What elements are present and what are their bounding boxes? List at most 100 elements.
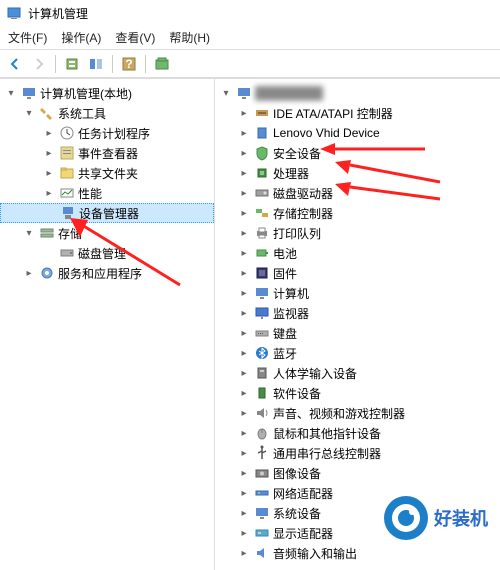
tree-device-manager[interactable]: 设备管理器 — [0, 203, 214, 223]
tree-processors[interactable]: ▸处理器 — [215, 163, 500, 183]
expand-icon[interactable]: ▸ — [237, 186, 251, 200]
battery-icon — [254, 245, 270, 261]
menu-view[interactable]: 查看(V) — [115, 29, 155, 46]
expand-icon[interactable]: ▸ — [237, 226, 251, 240]
collapse-icon[interactable]: ▾ — [22, 226, 36, 240]
tree-computer-category[interactable]: ▸计算机 — [215, 283, 500, 303]
expand-icon[interactable]: ▸ — [237, 546, 251, 560]
storage-icon — [39, 225, 55, 241]
expand-icon[interactable]: ▸ — [42, 166, 56, 180]
menu-action[interactable]: 操作(A) — [61, 29, 101, 46]
expand-icon[interactable]: ▸ — [237, 466, 251, 480]
expand-icon[interactable]: ▸ — [237, 346, 251, 360]
expand-icon[interactable]: ▸ — [237, 426, 251, 440]
expand-icon[interactable]: ▸ — [237, 386, 251, 400]
tree-services-apps[interactable]: ▸ 服务和应用程序 — [0, 263, 214, 283]
expand-icon[interactable]: ▸ — [237, 506, 251, 520]
expand-icon[interactable]: ▸ — [237, 406, 251, 420]
network-icon — [254, 485, 270, 501]
expand-icon[interactable]: ▸ — [42, 126, 56, 140]
watermark: 好装机 — [382, 494, 488, 542]
collapse-icon[interactable]: ▾ — [4, 86, 18, 100]
cpu-icon — [254, 165, 270, 181]
show-hide-tree-button[interactable] — [85, 53, 107, 75]
forward-button[interactable] — [28, 53, 50, 75]
properties-button[interactable] — [61, 53, 83, 75]
tree-print-queues[interactable]: ▸打印队列 — [215, 223, 500, 243]
tree-root-computer-management[interactable]: ▾ 计算机管理(本地) — [0, 83, 214, 103]
tree-security-devices[interactable]: ▸安全设备 — [215, 143, 500, 163]
back-button[interactable] — [4, 53, 26, 75]
tree-storage-controllers[interactable]: ▸存储控制器 — [215, 203, 500, 223]
collapse-icon[interactable]: ▾ — [219, 86, 233, 100]
expand-icon[interactable]: ▸ — [237, 366, 251, 380]
toolbar-separator — [145, 55, 146, 73]
tree-software-devices[interactable]: ▸软件设备 — [215, 383, 500, 403]
tree-keyboards[interactable]: ▸键盘 — [215, 323, 500, 343]
display-adapter-icon — [254, 525, 270, 541]
clock-icon — [59, 125, 75, 141]
tree-disk-drives[interactable]: ▸磁盘驱动器 — [215, 183, 500, 203]
tree-batteries[interactable]: ▸电池 — [215, 243, 500, 263]
tree-usb[interactable]: ▸通用串行总线控制器 — [215, 443, 500, 463]
tree-task-scheduler[interactable]: ▸ 任务计划程序 — [0, 123, 214, 143]
expand-icon[interactable]: ▸ — [237, 206, 251, 220]
watermark-logo-icon — [382, 494, 430, 542]
toolbar: ? — [0, 50, 500, 78]
expand-icon[interactable]: ▸ — [237, 526, 251, 540]
tree-event-viewer[interactable]: ▸ 事件查看器 — [0, 143, 214, 163]
expand-icon[interactable]: ▸ — [42, 146, 56, 160]
expand-icon[interactable]: ▸ — [237, 446, 251, 460]
window-title: 计算机管理 — [28, 5, 88, 22]
expand-icon[interactable]: ▸ — [237, 266, 251, 280]
menu-help[interactable]: 帮助(H) — [169, 29, 210, 46]
tree-disk-management[interactable]: 磁盘管理 — [0, 243, 214, 263]
expand-icon[interactable]: ▸ — [237, 146, 251, 160]
expand-icon[interactable]: ▸ — [42, 186, 56, 200]
tree-root-device[interactable]: ▾ ████████ — [215, 83, 500, 103]
computer-management-icon — [21, 85, 37, 101]
tree-ide-atapi[interactable]: ▸IDE ATA/ATAPI 控制器 — [215, 103, 500, 123]
system-devices-icon — [254, 505, 270, 521]
tree-storage[interactable]: ▾ 存储 — [0, 223, 214, 243]
expand-icon[interactable]: ▸ — [22, 266, 36, 280]
tree-monitors[interactable]: ▸监视器 — [215, 303, 500, 323]
toolbar-separator — [112, 55, 113, 73]
event-viewer-icon — [59, 145, 75, 161]
tree-lenovo-vhid[interactable]: ▸Lenovo Vhid Device — [215, 123, 500, 143]
tree-mouse[interactable]: ▸鼠标和其他指针设备 — [215, 423, 500, 443]
hid-icon — [254, 365, 270, 381]
tree-firmware[interactable]: ▸固件 — [215, 263, 500, 283]
collapse-icon[interactable]: ▾ — [22, 106, 36, 120]
expand-icon[interactable]: ▸ — [237, 246, 251, 260]
tree-bluetooth[interactable]: ▸蓝牙 — [215, 343, 500, 363]
storage-controller-icon — [254, 205, 270, 221]
tree-system-tools[interactable]: ▾ 系统工具 — [0, 103, 214, 123]
expand-icon[interactable]: ▸ — [237, 126, 251, 140]
device-manager-icon — [60, 205, 76, 221]
mouse-icon — [254, 425, 270, 441]
expand-icon[interactable]: ▸ — [237, 286, 251, 300]
computer-icon — [236, 85, 252, 101]
help-button[interactable]: ? — [118, 53, 140, 75]
software-device-icon — [254, 385, 270, 401]
tree-sound-video[interactable]: ▸声音、视频和游戏控制器 — [215, 403, 500, 423]
firmware-icon — [254, 265, 270, 281]
tree-audio-io[interactable]: ▸音频输入和输出 — [215, 543, 500, 563]
tree-hid[interactable]: ▸人体学输入设备 — [215, 363, 500, 383]
refresh-button[interactable] — [151, 53, 173, 75]
menubar: 文件(F) 操作(A) 查看(V) 帮助(H) — [0, 26, 500, 50]
usb-icon — [254, 445, 270, 461]
expand-icon[interactable]: ▸ — [237, 486, 251, 500]
tree-shared-folders[interactable]: ▸ 共享文件夹 — [0, 163, 214, 183]
tree-imaging[interactable]: ▸图像设备 — [215, 463, 500, 483]
menu-file[interactable]: 文件(F) — [8, 29, 47, 46]
expand-icon[interactable]: ▸ — [237, 306, 251, 320]
expand-icon[interactable]: ▸ — [237, 166, 251, 180]
app-icon — [6, 5, 22, 21]
expand-icon[interactable]: ▸ — [237, 326, 251, 340]
shared-folders-icon — [59, 165, 75, 181]
services-icon — [39, 265, 55, 281]
tree-performance[interactable]: ▸ 性能 — [0, 183, 214, 203]
expand-icon[interactable]: ▸ — [237, 106, 251, 120]
